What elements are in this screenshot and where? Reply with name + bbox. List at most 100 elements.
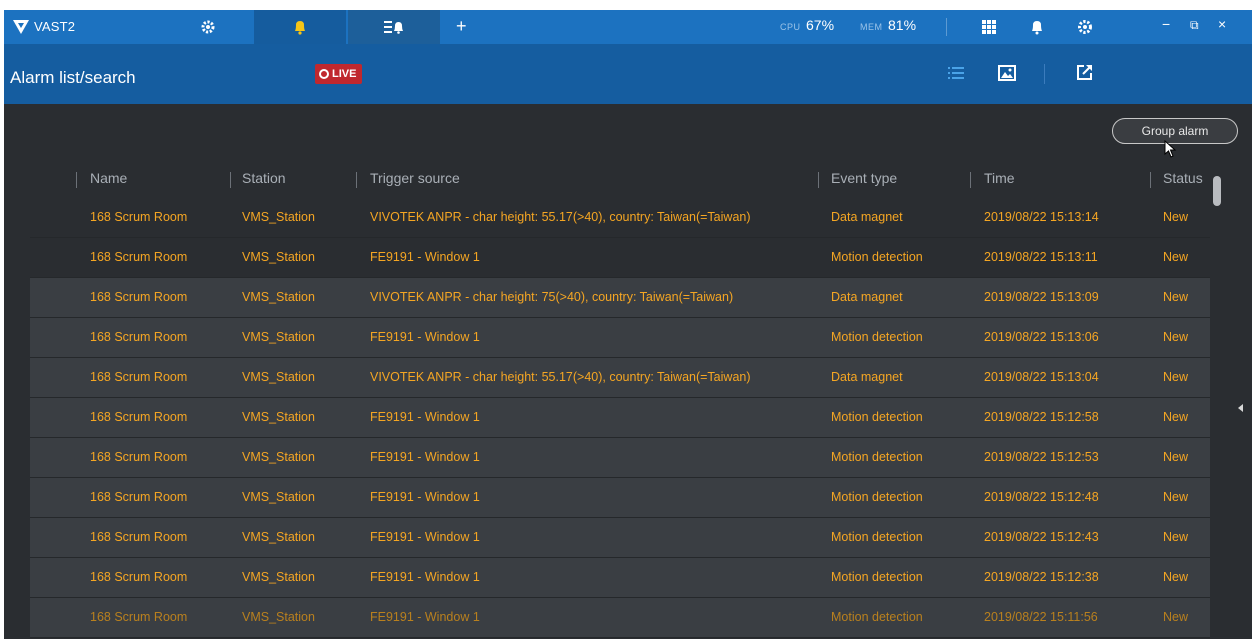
cell-status: New: [1163, 570, 1189, 584]
cell-event-type: Motion detection: [831, 250, 923, 264]
cell-event-type: Motion detection: [831, 450, 923, 464]
minimize-button[interactable]: −: [1162, 16, 1170, 32]
cell-time: 2019/08/22 15:13:11: [984, 250, 1098, 264]
list-view-icon[interactable]: [948, 66, 964, 80]
table-row[interactable]: 168 Scrum Room VMS_Station FE9191 - Window…: [30, 398, 1210, 438]
cell-status: New: [1163, 290, 1189, 304]
table-row[interactable]: 168 Scrum Room VMS_Station VIVOTEK ANPR - …: [30, 198, 1210, 238]
page-title: Alarm list/search: [10, 68, 136, 87]
column-divider: [76, 172, 77, 188]
cell-trigger-source: VIVOTEK ANPR - char height: 75(>40), cou…: [370, 290, 734, 304]
cell-time: 2019/08/22 15:12:58: [984, 410, 1099, 424]
cell-name: 168 Scrum Room: [90, 450, 188, 464]
live-button[interactable]: LIVE: [315, 64, 363, 84]
gear-icon: [201, 20, 215, 34]
cell-event-type: Motion detection: [831, 410, 923, 424]
divider: [1044, 64, 1045, 84]
bell-icon: [295, 21, 305, 35]
cell-time: 2019/08/22 15:13:14: [984, 210, 1099, 224]
column-header-station[interactable]: Station: [242, 170, 286, 186]
tab-settings[interactable]: [162, 10, 254, 44]
cell-name: 168 Scrum Room: [90, 610, 188, 624]
mem-label: MEM: [860, 22, 883, 32]
cell-name: 168 Scrum Room: [90, 570, 188, 584]
cell-station: VMS_Station: [242, 570, 315, 584]
top-bar: VAST2 + CPU 67% MEM 81% − ⧉ ×: [4, 10, 1252, 44]
column-divider: [356, 172, 357, 188]
cpu-value: 67%: [806, 17, 835, 33]
cell-station: VMS_Station: [242, 290, 315, 304]
export-icon[interactable]: [1076, 63, 1094, 81]
add-tab-button[interactable]: +: [456, 16, 467, 37]
cell-station: VMS_Station: [242, 370, 315, 384]
cell-name: 168 Scrum Room: [90, 210, 188, 224]
cpu-label: CPU: [780, 22, 801, 32]
table-row[interactable]: 168 Scrum Room VMS_Station FE9191 - Window…: [30, 558, 1210, 598]
cell-name: 168 Scrum Room: [90, 490, 188, 504]
column-header-event-type[interactable]: Event type: [831, 170, 897, 186]
cell-name: 168 Scrum Room: [90, 370, 188, 384]
column-header-time[interactable]: Time: [984, 170, 1015, 186]
collapse-panel-arrow-icon[interactable]: [1238, 404, 1243, 412]
tab-alarm-list[interactable]: [348, 10, 440, 44]
cell-trigger-source: FE9191 - Window 1: [370, 490, 480, 504]
cell-time: 2019/08/22 15:12:48: [984, 490, 1099, 504]
settings-gear-icon[interactable]: [1076, 18, 1094, 36]
table-header: Name Station Trigger source Event type T…: [30, 160, 1210, 198]
column-header-name[interactable]: Name: [90, 170, 127, 186]
vertical-scrollbar[interactable]: [1213, 176, 1221, 206]
alarm-list-panel: Group alarm Name Station Trigger source …: [4, 104, 1252, 639]
cell-station: VMS_Station: [242, 210, 315, 224]
cell-name: 168 Scrum Room: [90, 410, 188, 424]
cell-name: 168 Scrum Room: [90, 530, 188, 544]
cell-station: VMS_Station: [242, 410, 315, 424]
notification-bell-icon[interactable]: [1028, 18, 1046, 36]
cell-trigger-source: FE9191 - Window 1: [370, 250, 480, 264]
cell-trigger-source: FE9191 - Window 1: [370, 410, 480, 424]
cell-status: New: [1163, 210, 1189, 224]
restore-button[interactable]: ⧉: [1190, 18, 1199, 33]
cell-status: New: [1163, 530, 1189, 544]
table-row[interactable]: 168 Scrum Room VMS_Station FE9191 - Window…: [30, 238, 1210, 278]
column-divider: [818, 172, 819, 188]
cell-trigger-source: FE9191 - Window 1: [370, 610, 480, 624]
cell-event-type: Data magnet: [831, 370, 903, 384]
cell-station: VMS_Station: [242, 610, 315, 624]
alarm-table: Name Station Trigger source Event type T…: [30, 160, 1210, 638]
cell-event-type: Data magnet: [831, 210, 903, 224]
column-header-trigger-source[interactable]: Trigger source: [370, 170, 460, 186]
table-row[interactable]: 168 Scrum Room VMS_Station FE9191 - Window…: [30, 438, 1210, 478]
column-divider: [1150, 172, 1151, 188]
close-button[interactable]: ×: [1218, 16, 1226, 32]
apps-grid-icon[interactable]: [980, 18, 998, 36]
table-row[interactable]: 168 Scrum Room VMS_Station FE9191 - Window…: [30, 318, 1210, 358]
column-divider: [230, 172, 231, 188]
mem-value: 81%: [888, 17, 917, 33]
mouse-cursor-icon: [1164, 140, 1177, 158]
table-row[interactable]: 168 Scrum Room VMS_Station VIVOTEK ANPR - …: [30, 278, 1210, 318]
cell-name: 168 Scrum Room: [90, 330, 188, 344]
table-row[interactable]: 168 Scrum Room VMS_Station FE9191 - Window…: [30, 518, 1210, 558]
cell-station: VMS_Station: [242, 250, 315, 264]
cell-event-type: Motion detection: [831, 330, 923, 344]
cell-event-type: Motion detection: [831, 610, 923, 624]
image-view-icon[interactable]: [998, 65, 1016, 81]
column-header-status[interactable]: Status: [1163, 170, 1203, 186]
table-row[interactable]: 168 Scrum Room VMS_Station VIVOTEK ANPR - …: [30, 358, 1210, 398]
table-row[interactable]: 168 Scrum Room VMS_Station FE9191 - Window…: [30, 598, 1210, 638]
vast-logo-icon: [13, 20, 29, 34]
cell-trigger-source: FE9191 - Window 1: [370, 330, 480, 344]
cell-status: New: [1163, 610, 1189, 624]
cell-time: 2019/08/22 15:12:53: [984, 450, 1099, 464]
cell-name: 168 Scrum Room: [90, 290, 188, 304]
cell-station: VMS_Station: [242, 490, 315, 504]
cell-station: VMS_Station: [242, 330, 315, 344]
divider: [946, 18, 947, 36]
cell-station: VMS_Station: [242, 450, 315, 464]
cell-station: VMS_Station: [242, 530, 315, 544]
table-row[interactable]: 168 Scrum Room VMS_Station FE9191 - Window…: [30, 478, 1210, 518]
tab-alarm[interactable]: [254, 10, 346, 44]
cell-time: 2019/08/22 15:13:09: [984, 290, 1099, 304]
cell-status: New: [1163, 330, 1189, 344]
table-body: 168 Scrum Room VMS_Station VIVOTEK ANPR - …: [30, 198, 1210, 638]
